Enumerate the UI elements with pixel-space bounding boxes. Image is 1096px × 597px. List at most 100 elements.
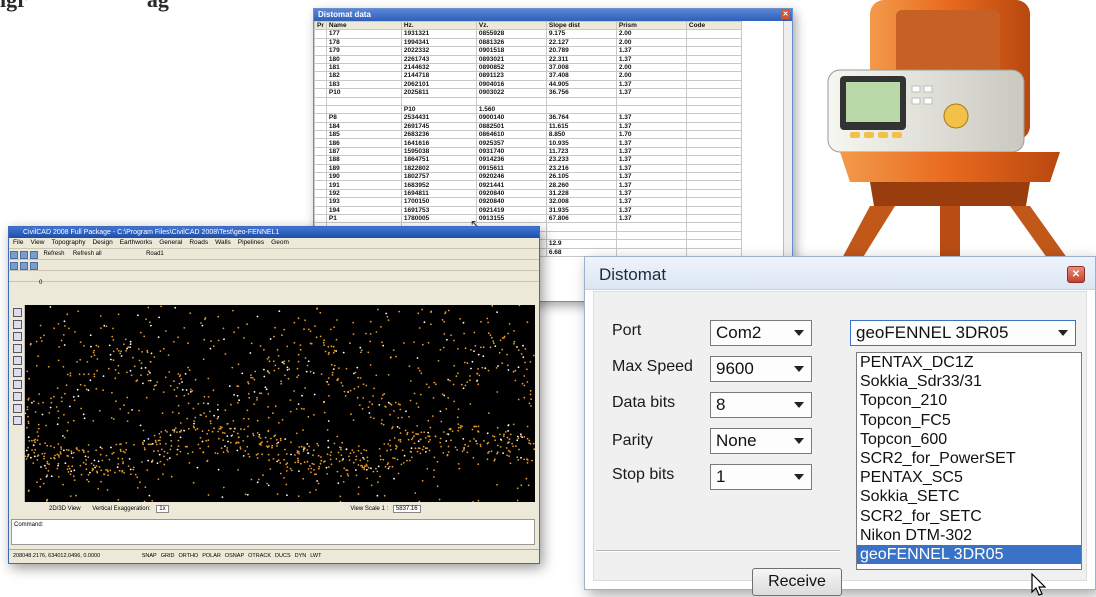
instrument-option[interactable]: Topcon_210 (857, 391, 1081, 410)
column-header[interactable]: Hz. (400, 20, 477, 31)
command-line[interactable]: Command: (11, 519, 535, 545)
status-toggle-grid[interactable]: GRID (161, 553, 175, 559)
move-tool-icon[interactable] (13, 416, 22, 425)
table-row[interactable]: 185 2683236 0864610 8.850 1.70 (314, 130, 742, 140)
table-row[interactable]: P10 2025811 0903022 36.756 1.37 (314, 88, 742, 98)
column-header[interactable]: Slope dist (545, 20, 617, 31)
refresh-button[interactable]: Refresh (43, 251, 64, 257)
data-bits-select[interactable]: 8 (710, 392, 812, 418)
text-tool-icon[interactable] (13, 368, 22, 377)
max-speed-select[interactable]: 9600 (710, 356, 812, 382)
new-icon[interactable] (10, 251, 18, 259)
table-row[interactable]: 181 2144632 0890852 37.008 2.00 (314, 62, 742, 73)
instrument-option[interactable]: SCR2_for_SETC (857, 507, 1081, 526)
column-header[interactable]: Code (685, 20, 742, 31)
survey-point (202, 451, 205, 454)
table-row[interactable]: P1 1780005 0913155 67.806 1.37 (314, 213, 742, 224)
menu-item-walls[interactable]: Walls (215, 239, 231, 246)
survey-point (100, 469, 103, 472)
table-row[interactable]: 179 2022332 0901518 20.789 1.37 (314, 46, 742, 56)
arc-tool-icon[interactable] (13, 332, 22, 341)
table-row[interactable]: 194 1691753 0921419 31.935 1.37 (314, 205, 742, 216)
instrument-option[interactable]: geoFENNEL 3DR05 (857, 545, 1081, 565)
status-toggle-polar[interactable]: POLAR (202, 553, 221, 559)
refresh-all-button[interactable]: Refresh all (73, 251, 102, 257)
table-row[interactable]: 193 1700150 0920840 32.008 1.37 (314, 197, 742, 207)
menu-item-roads[interactable]: Roads (189, 239, 208, 246)
menu-item-pipelines[interactable]: Pipelines (238, 239, 264, 246)
table-row[interactable]: 192 1694811 0920840 31.228 1.37 (314, 188, 742, 199)
stop-bits-select[interactable]: 1 (710, 464, 812, 490)
table-row[interactable]: P8 2534431 0900140 36.764 1.37 (314, 113, 742, 123)
table-row[interactable]: 186 1641616 0925357 10.935 1.37 (314, 138, 742, 148)
survey-point (169, 434, 172, 437)
receive-button[interactable]: Receive (752, 568, 842, 596)
tool-icon[interactable] (30, 262, 38, 270)
instrument-option[interactable]: Nikon DTM-302 (857, 526, 1081, 545)
status-toggle-ducs[interactable]: DUCS (275, 553, 291, 559)
instrument-option[interactable]: PENTAX_DC1Z (857, 353, 1081, 372)
survey-point (387, 443, 390, 445)
instrument-option[interactable]: Sokkia_SETC (857, 487, 1081, 506)
status-toggle-snap[interactable]: SNAP (142, 553, 157, 559)
menu-item-topography[interactable]: Topography (51, 239, 85, 246)
view-scale-input[interactable]: 5837.16 (392, 505, 421, 513)
menu-item-geom[interactable]: Geom (271, 239, 289, 246)
menu-item-general[interactable]: General (159, 239, 182, 246)
table-row[interactable]: 190 1802757 0920246 26.105 1.37 (314, 172, 742, 182)
circle-tool-icon[interactable] (13, 344, 22, 353)
instrument-option[interactable]: Sokkia_Sdr33/31 (857, 372, 1081, 391)
instrument-select[interactable]: geoFENNEL 3DR05 (850, 320, 1076, 346)
rect-tool-icon[interactable] (13, 356, 22, 365)
status-toggle-osnap[interactable]: OSNAP (225, 553, 244, 559)
save-icon[interactable] (30, 251, 38, 259)
open-icon[interactable] (20, 251, 28, 259)
parity-select[interactable]: None (710, 428, 812, 454)
vertical-exaggeration-select[interactable]: 1x (156, 505, 169, 513)
table-row[interactable]: 189 1822802 0915611 23.216 1.37 (314, 163, 742, 174)
instrument-dropdown-list[interactable]: PENTAX_DC1Z Sokkia_Sdr33/31 Topcon_210 Topc… (856, 352, 1082, 570)
tool-icon[interactable] (20, 262, 28, 270)
status-toggle-lwt[interactable]: LWT (310, 553, 321, 559)
status-toggle-otrack[interactable]: OTRACK (248, 553, 271, 559)
instrument-option[interactable]: SCR2_for_PowerSET (857, 449, 1081, 468)
column-header[interactable]: Name (325, 20, 402, 31)
survey-point (45, 467, 47, 470)
instrument-option[interactable]: Topcon_FC5 (857, 411, 1081, 430)
menu-item-view[interactable]: View (30, 239, 44, 246)
table-row[interactable]: P10 1.560 (314, 104, 742, 115)
drawing-canvas[interactable] (25, 305, 535, 502)
road-select[interactable]: Road1 (146, 251, 164, 257)
table-row[interactable]: 187 1595038 0931740 11.723 1.37 (314, 146, 742, 157)
table-row[interactable] (314, 96, 742, 106)
table-row[interactable]: 183 2062101 0904016 44.905 1.37 (314, 79, 742, 90)
menu-item-file[interactable]: File (13, 239, 23, 246)
table-row[interactable]: 191 1683952 0921441 28.260 1.37 (314, 180, 742, 190)
column-header[interactable]: Pr (314, 20, 327, 31)
status-toggle-ortho[interactable]: ORTHO (178, 553, 198, 559)
status-toggle-dyn[interactable]: DYN (295, 553, 307, 559)
table-row[interactable]: 178 1994341 0881326 22.127 2.00 (314, 37, 742, 48)
menu-item-earthworks[interactable]: Earthworks (120, 239, 153, 246)
column-header[interactable]: Vz. (475, 20, 547, 31)
layer-select[interactable]: 0 (39, 280, 42, 286)
block-tool-icon[interactable] (13, 392, 22, 401)
close-icon[interactable]: ✕ (1067, 266, 1085, 283)
view-toggle[interactable]: 2D/3D View (49, 506, 81, 512)
table-row[interactable]: 182 2144718 0891123 37.408 2.00 (314, 71, 742, 81)
menu-item-design[interactable]: Design (92, 239, 112, 246)
line-tool-icon[interactable] (13, 308, 22, 317)
table-row[interactable]: 184 2691745 0882501 11.615 1.37 (314, 121, 742, 132)
port-select[interactable]: Com2 (710, 320, 812, 346)
point-tool-icon[interactable] (13, 404, 22, 413)
table-row[interactable]: 177 1931321 0855928 9.175 2.00 (314, 29, 742, 39)
tool-icon[interactable] (10, 262, 18, 270)
instrument-option[interactable]: Topcon_600 (857, 430, 1081, 449)
polyline-tool-icon[interactable] (13, 320, 22, 329)
table-row[interactable]: 188 1864751 0914236 23.233 1.37 (314, 155, 742, 165)
table-row[interactable]: 180 2261743 0893021 22.311 1.37 (314, 54, 742, 64)
hatch-tool-icon[interactable] (13, 380, 22, 389)
column-header[interactable]: Prism (615, 20, 687, 31)
instrument-option[interactable]: PENTAX_SC5 (857, 468, 1081, 487)
close-icon[interactable]: ✕ (781, 10, 790, 19)
